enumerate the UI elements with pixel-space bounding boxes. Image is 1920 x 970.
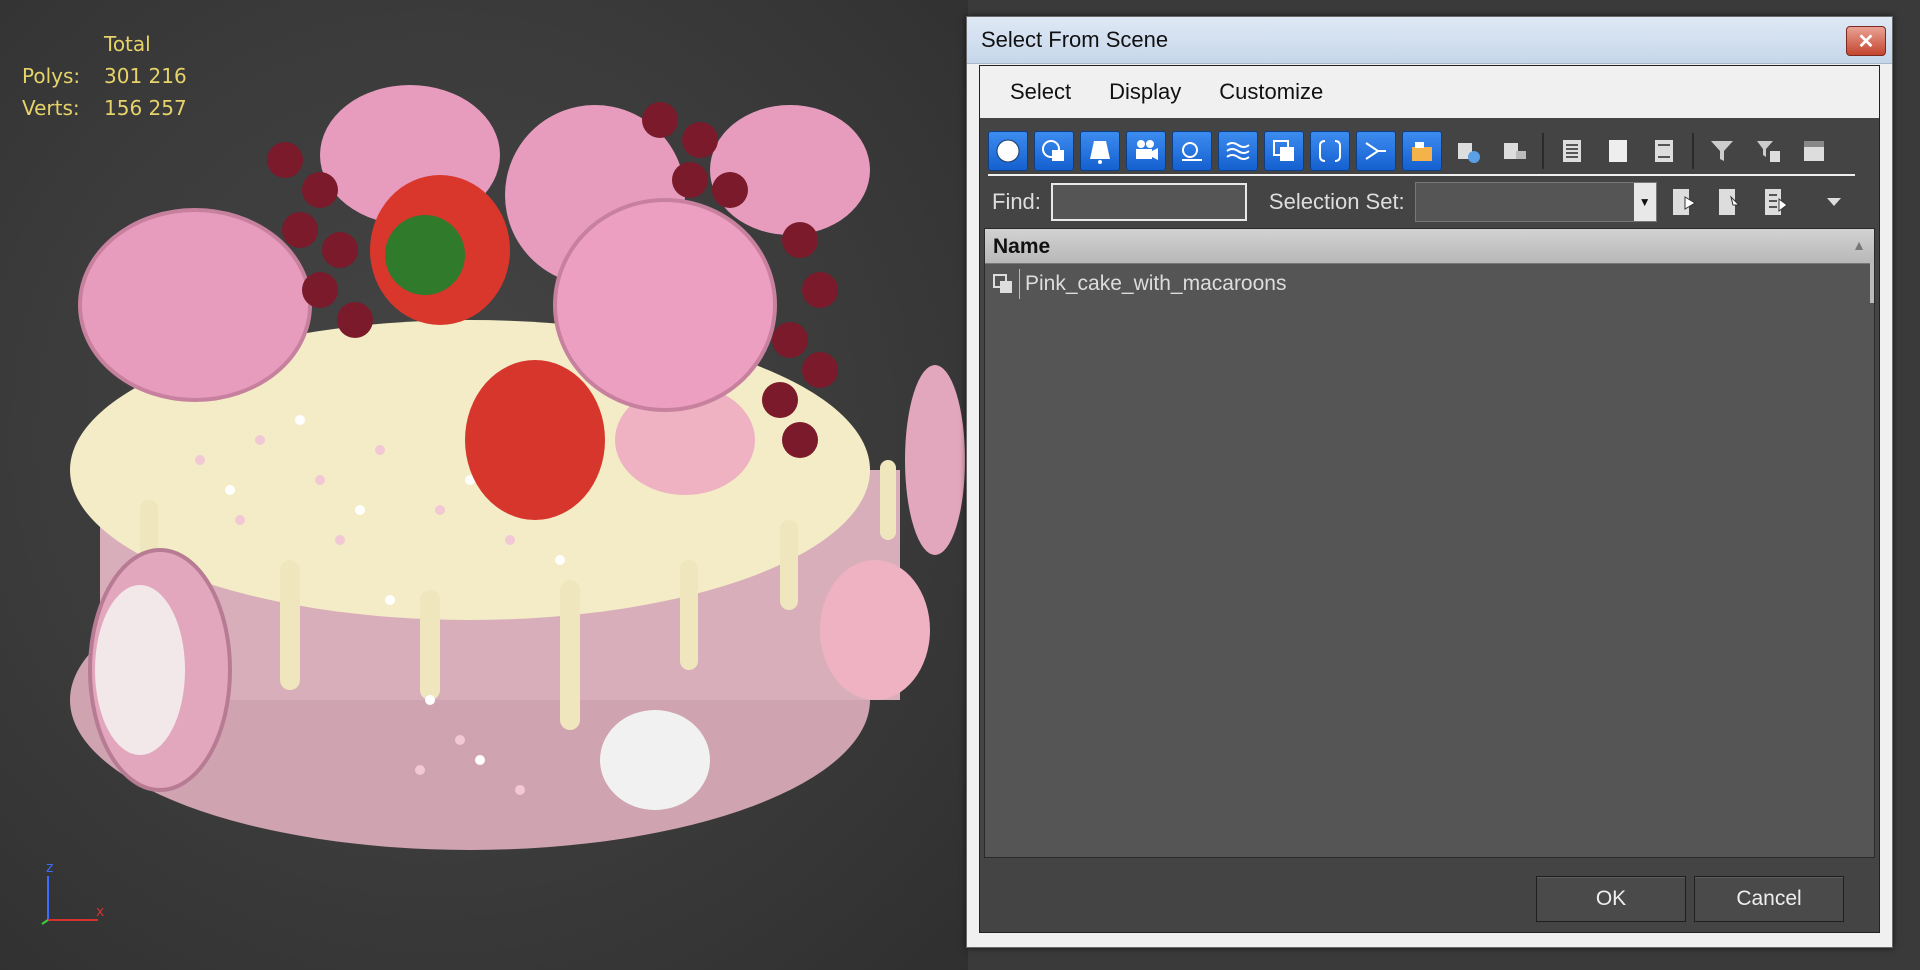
ok-button[interactable]: OK [1536, 876, 1686, 922]
3d-viewport[interactable]: Total Polys: 301 216 Verts: 156 257 z x [0, 0, 968, 970]
select-none-button[interactable] [1711, 183, 1749, 221]
sort-ascending-icon: ▲ [1852, 237, 1866, 253]
groups-filter-button[interactable] [1264, 131, 1304, 171]
find-input[interactable] [1050, 183, 1247, 221]
list-view-icon [1563, 140, 1581, 162]
geometry-filter-icon [996, 139, 1020, 163]
filter-toolbar [988, 128, 1855, 176]
filter-list-icon [1757, 141, 1780, 162]
frozen-objects-button[interactable] [1448, 131, 1488, 171]
list-scrollbar[interactable] [1870, 263, 1874, 303]
dialog-titlebar[interactable]: Select From Scene ✕ [967, 17, 1892, 64]
helpers-filter-icon [1182, 142, 1202, 161]
menu-display[interactable]: Display [1090, 79, 1200, 105]
spacewarps-filter-button[interactable] [1218, 131, 1258, 171]
select-invert-button[interactable] [1757, 183, 1795, 221]
viewport-statistics: Total Polys: 301 216 Verts: 156 257 [22, 28, 187, 124]
toolbar-separator [1692, 133, 1694, 169]
panel-icon [1804, 141, 1824, 161]
axis-z-label: z [46, 860, 53, 876]
geometry-filter-button[interactable] [988, 131, 1028, 171]
selection-set-dropdown[interactable]: ▼ [1414, 182, 1657, 222]
lights-filter-icon [1090, 141, 1110, 164]
select-all-icon [1672, 189, 1696, 215]
toolbar-separator [1542, 133, 1544, 169]
name-column-label: Name [993, 235, 1051, 258]
object-name: Pink_cake_with_macaroons [1025, 272, 1287, 295]
containers-filter-button[interactable] [1402, 131, 1442, 171]
find-label: Find: [992, 189, 1041, 214]
menu-select[interactable]: Select [980, 79, 1090, 105]
helpers-filter-button[interactable] [1172, 131, 1212, 171]
filter-button[interactable] [1702, 131, 1742, 171]
cameras-filter-button[interactable] [1126, 131, 1166, 171]
collapse-button[interactable] [1794, 131, 1834, 171]
menu-bar: Select Display Customize [980, 66, 1879, 118]
cameras-filter-icon [1136, 140, 1158, 160]
xrefs-filter-icon [1319, 140, 1341, 162]
frozen-objects-icon [1458, 143, 1480, 163]
display-list-button[interactable] [1552, 131, 1592, 171]
cake-model-render [70, 85, 965, 850]
hidden-objects-button[interactable] [1494, 131, 1534, 171]
display-blank-button[interactable] [1598, 131, 1638, 171]
funnel-icon [1711, 141, 1733, 161]
object-list[interactable]: Name ▲ Pink_cake_with_macaroons [984, 228, 1875, 858]
shapes-filter-icon [1042, 140, 1064, 161]
groups-filter-icon [1273, 140, 1294, 161]
bones-filter-button[interactable] [1356, 131, 1396, 171]
verts-label: Verts: [22, 96, 80, 120]
verts-value: 156 257 [104, 96, 187, 120]
hidden-objects-icon [1504, 143, 1526, 159]
name-column-header[interactable]: Name ▲ [985, 229, 1874, 264]
list-item[interactable]: Pink_cake_with_macaroons [985, 264, 1874, 304]
overflow-chevron-icon [1826, 198, 1841, 206]
find-row: Find: Selection Set: ▼ [980, 178, 1879, 226]
menu-customize[interactable]: Customize [1200, 79, 1342, 105]
select-none-icon [1718, 189, 1740, 215]
dialog-footer: OK Cancel [980, 862, 1879, 932]
filter-list-button[interactable] [1748, 131, 1788, 171]
row-divider [1019, 269, 1020, 299]
spacewarps-filter-icon [1226, 142, 1250, 160]
axis-x-label: x [96, 904, 104, 920]
selection-set-label: Selection Set: [1268, 189, 1405, 214]
axis-tripod-icon: z x [41, 860, 104, 925]
close-button[interactable]: ✕ [1846, 26, 1886, 56]
select-invert-icon [1764, 189, 1788, 215]
group-object-icon [993, 274, 1012, 293]
dialog-title: Select From Scene [981, 27, 1169, 52]
blank-page-icon [1609, 140, 1627, 162]
polys-label: Polys: [22, 64, 81, 88]
polys-value: 301 216 [104, 64, 187, 88]
select-from-scene-dialog: Select From Scene ✕ Select Display Custo… [966, 16, 1893, 948]
invert-list-icon [1655, 140, 1673, 162]
cancel-button[interactable]: Cancel [1694, 876, 1844, 922]
dropdown-arrow-icon[interactable]: ▼ [1633, 183, 1656, 221]
dialog-body: Select Display Customize Find: Selection… [979, 65, 1880, 933]
close-icon: ✕ [1857, 30, 1875, 53]
shapes-filter-button[interactable] [1034, 131, 1074, 171]
containers-filter-icon [1412, 142, 1432, 161]
bones-filter-icon [1365, 142, 1386, 160]
toolbar-overflow-button[interactable] [1815, 183, 1853, 221]
lights-filter-button[interactable] [1080, 131, 1120, 171]
display-invert-button[interactable] [1644, 131, 1684, 171]
xrefs-filter-button[interactable] [1310, 131, 1350, 171]
select-all-button[interactable] [1665, 183, 1703, 221]
stats-total-label: Total [104, 32, 151, 56]
